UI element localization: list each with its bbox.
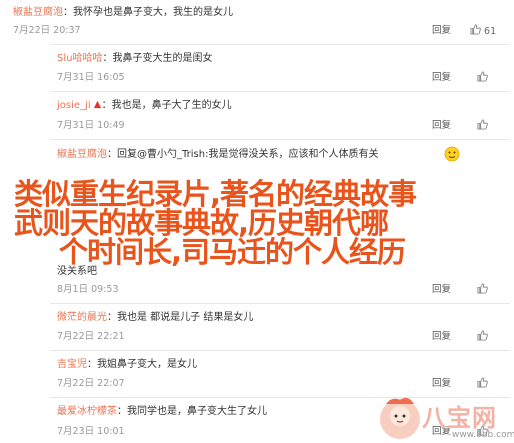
vip-badge-icon xyxy=(93,100,102,109)
comment-text-2: Slu哈哈哈：我鼻子变大生的是闺女 xyxy=(57,53,213,64)
commenter-name-3[interactable]: josie_ji xyxy=(57,100,91,111)
like-count-1: 61 xyxy=(484,26,497,37)
comment-text-4: 椒盐豆腐泡：回复@曹小勺_Trish:我是觉得没关系，应该和个人体质有关 xyxy=(57,149,379,160)
commenter-name-4[interactable]: 椒盐豆腐泡 xyxy=(57,149,107,160)
divider xyxy=(50,44,510,45)
reply-button-5[interactable]: 回复 xyxy=(432,284,451,296)
comment-date-8: 7月23日 10:01 xyxy=(57,426,125,437)
divider xyxy=(50,350,510,351)
comment-date-2: 7月31日 16:05 xyxy=(57,72,125,83)
thumbs-up-icon xyxy=(477,71,488,82)
comment-text-3: josie_ji ：我也是，鼻子大了生的女儿 xyxy=(57,100,232,111)
reply-button-2[interactable]: 回复 xyxy=(432,72,451,84)
reply-button-1[interactable]: 回复 xyxy=(432,25,451,37)
divider xyxy=(50,139,510,140)
like-button-3[interactable] xyxy=(477,119,488,133)
thumbs-up-icon xyxy=(470,24,481,35)
like-button-7[interactable] xyxy=(477,377,488,391)
commenter-name-7[interactable]: 吉宝児 xyxy=(57,359,87,370)
emoji-icon xyxy=(444,146,460,165)
divider xyxy=(50,91,510,92)
comment-date-1: 7月22日 20:37 xyxy=(13,25,81,36)
comment-text-8: 最爱冰柠檬茶：我同学也是，鼻子变大生了女儿 xyxy=(57,406,267,417)
commenter-name-1[interactable]: 椒盐豆腐泡 xyxy=(13,7,63,18)
like-button-5[interactable] xyxy=(477,283,488,297)
comment-text-7: 吉宝児：我姐鼻子变大，是女儿 xyxy=(57,359,197,370)
thumbs-up-icon xyxy=(477,283,488,294)
watermark-url: www.8bb.com xyxy=(452,430,514,440)
comment-date-6: 7月22日 22:21 xyxy=(57,331,125,342)
reply-button-6[interactable]: 回复 xyxy=(432,331,451,343)
comment-date-5: 8月1日 09:53 xyxy=(57,284,119,295)
watermark-brand: 八宝网 xyxy=(422,404,497,432)
reply-button-7[interactable]: 回复 xyxy=(432,378,451,390)
comment-text-6: 微茫的晨光：我也是 都说是儿子 结果是女儿 xyxy=(57,312,254,323)
like-button-1[interactable]: 61 xyxy=(470,24,496,38)
thumbs-up-icon xyxy=(477,330,488,341)
like-button-6[interactable] xyxy=(477,330,488,344)
watermark-logo: 八宝网 www.8bb.com xyxy=(376,394,514,443)
commenter-name-6[interactable]: 微茫的晨光 xyxy=(57,312,107,323)
thumbs-up-icon xyxy=(477,119,488,130)
commenter-name-2[interactable]: Slu哈哈哈 xyxy=(57,53,102,64)
comment-text-1: 椒盐豆腐泡：我怀孕也是鼻子变大，我生的是女儿 xyxy=(13,7,233,18)
comment-date-3: 7月31日 10:49 xyxy=(57,120,125,131)
divider xyxy=(50,303,510,304)
commenter-name-8[interactable]: 最爱冰柠檬茶 xyxy=(57,406,117,417)
overlay-line-3: 个时间长,司马迁的个人经历 xyxy=(59,235,406,269)
thumbs-up-icon xyxy=(477,377,488,388)
reply-button-3[interactable]: 回复 xyxy=(432,120,451,132)
comment-date-7: 7月22日 22:07 xyxy=(57,378,125,389)
like-button-2[interactable] xyxy=(477,71,488,85)
